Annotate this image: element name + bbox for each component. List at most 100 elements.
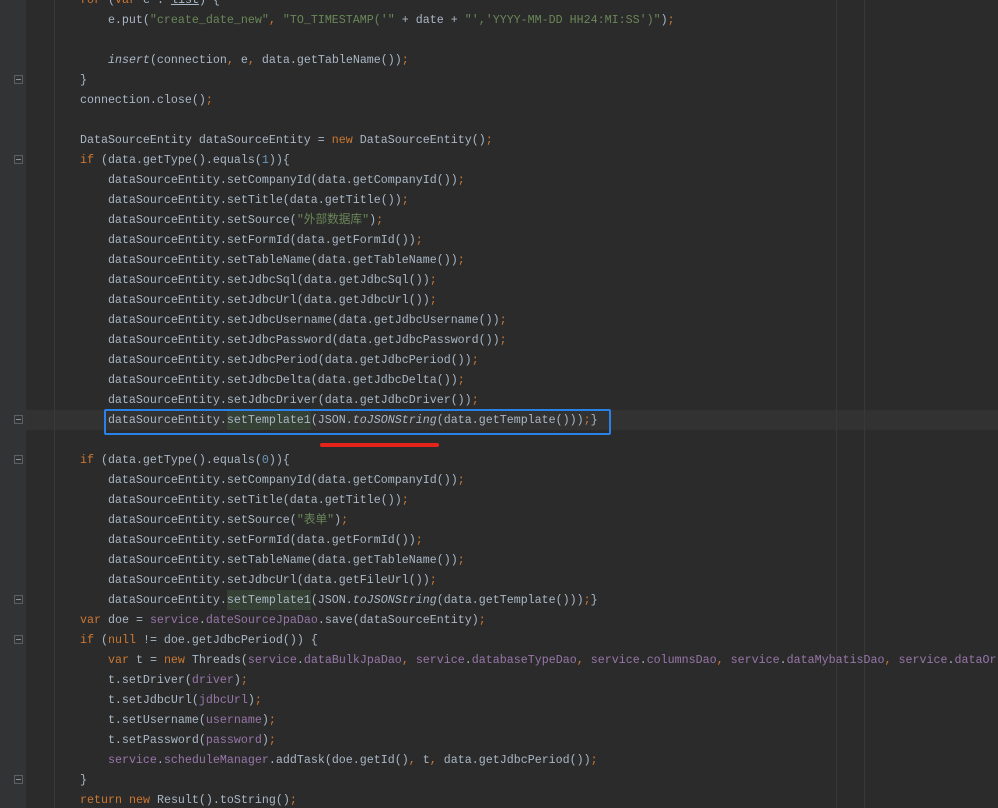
code-line[interactable]: connection.close(); bbox=[24, 90, 998, 110]
code-line[interactable]: dataSourceEntity.setFormId(data.getFormI… bbox=[24, 230, 998, 250]
code-line[interactable]: dataSourceEntity.setSource("表单"); bbox=[24, 510, 998, 530]
code-line[interactable]: if (data.getType().equals(1)){ bbox=[24, 150, 998, 170]
code-text: dataSourceEntity.setTitle(data.getTitle(… bbox=[24, 193, 402, 207]
code-text: } bbox=[24, 773, 87, 787]
code-text: dataSourceEntity.setJdbcUsername(data.ge… bbox=[24, 313, 500, 327]
code-line[interactable]: dataSourceEntity.setJdbcUrl(data.getFile… bbox=[24, 570, 998, 590]
code-line[interactable] bbox=[24, 110, 998, 130]
punctuation: , bbox=[226, 53, 234, 67]
code-line[interactable]: } bbox=[24, 770, 998, 790]
code-text: t.setDriver( bbox=[24, 673, 192, 687]
string-literal: "外部数据库" bbox=[296, 213, 370, 227]
code-line[interactable]: insert(connection, e, data.getTableName(… bbox=[24, 50, 998, 70]
fold-end-icon[interactable] bbox=[14, 415, 23, 424]
punctuation: , bbox=[268, 13, 276, 27]
fold-collapse-icon[interactable] bbox=[14, 155, 23, 164]
code-text: (data.getType().equals( bbox=[93, 153, 262, 167]
code-text: .addTask(doe.getId() bbox=[268, 753, 409, 767]
code-line[interactable]: t.setDriver(driver); bbox=[24, 670, 998, 690]
fold-end-icon[interactable] bbox=[14, 595, 23, 604]
code-line[interactable]: var t = new Threads(service.dataBulkJpaD… bbox=[24, 650, 998, 670]
string-literal: "表单" bbox=[296, 513, 335, 527]
highlighted-identifier: setTemplate1 bbox=[226, 590, 311, 610]
code-text: . bbox=[296, 653, 304, 667]
field-reference: scheduleManager bbox=[163, 753, 269, 767]
code-line[interactable]: if (data.getType().equals(0)){ bbox=[24, 450, 998, 470]
punctuation: ; bbox=[667, 13, 675, 27]
code-line[interactable] bbox=[24, 30, 998, 50]
code-line[interactable]: var doe = service.dateSourceJpaDao.save(… bbox=[24, 610, 998, 630]
punctuation: ; bbox=[268, 713, 276, 727]
code-line[interactable]: dataSourceEntity.setJdbcDelta(data.getJd… bbox=[24, 370, 998, 390]
code-line[interactable]: dataSourceEntity.setTableName(data.getTa… bbox=[24, 250, 998, 270]
field-reference: service bbox=[149, 613, 199, 627]
fold-end-icon[interactable] bbox=[14, 75, 23, 84]
punctuation: ; bbox=[429, 273, 437, 287]
field-reference: service bbox=[107, 753, 157, 767]
punctuation: ; bbox=[254, 693, 262, 707]
code-line[interactable]: dataSourceEntity.setCompanyId(data.getCo… bbox=[24, 170, 998, 190]
code-line[interactable]: } bbox=[24, 70, 998, 90]
code-line[interactable]: e.put("create_date_new", "TO_TIMESTAMP('… bbox=[24, 10, 998, 30]
fold-end-icon[interactable] bbox=[14, 775, 23, 784]
code-line[interactable]: dataSourceEntity.setCompanyId(data.getCo… bbox=[24, 470, 998, 490]
code-line[interactable]: dataSourceEntity.setTableName(data.getTa… bbox=[24, 550, 998, 570]
string-literal: "','YYYY-MM-DD HH24:MI:SS')" bbox=[464, 13, 661, 27]
keyword-token: for bbox=[79, 0, 101, 7]
field-reference: service bbox=[590, 653, 640, 667]
code-text: DataSourceEntity dataSourceEntity = bbox=[24, 133, 332, 147]
code-line[interactable]: t.setUsername(username); bbox=[24, 710, 998, 730]
punctuation: ; bbox=[478, 613, 486, 627]
code-text: Result().toString() bbox=[149, 793, 290, 807]
punctuation: ; bbox=[457, 253, 465, 267]
field-reference: username bbox=[205, 713, 262, 727]
code-editor[interactable]: for (var e : list) { e.put("create_date_… bbox=[0, 0, 998, 808]
code-line[interactable]: dataSourceEntity.setTitle(data.getTitle(… bbox=[24, 490, 998, 510]
code-line[interactable]: dataSourceEntity.setJdbcUrl(data.getJdbc… bbox=[24, 290, 998, 310]
code-line[interactable]: for (var e : list) { bbox=[24, 0, 998, 10]
field-reference: dataMybatisDao bbox=[786, 653, 885, 667]
code-text: t.setUsername( bbox=[24, 713, 206, 727]
code-line[interactable]: dataSourceEntity.setTemplate1(JSON.toJSO… bbox=[24, 590, 998, 610]
code-text: ) bbox=[247, 693, 255, 707]
code-line[interactable]: t.setPassword(password); bbox=[24, 730, 998, 750]
punctuation: , bbox=[429, 753, 437, 767]
punctuation: ; bbox=[457, 373, 465, 387]
code-text: . bbox=[639, 653, 647, 667]
code-line[interactable]: dataSourceEntity.setJdbcDriver(data.getJ… bbox=[24, 390, 998, 410]
code-line[interactable]: return new Result().toString(); bbox=[24, 790, 998, 808]
code-line[interactable]: dataSourceEntity.setJdbcPassword(data.ge… bbox=[24, 330, 998, 350]
code-text: dataSourceEntity.setJdbcDelta(data.getJd… bbox=[24, 373, 458, 387]
code-text: dataSourceEntity.setCompanyId(data.getCo… bbox=[24, 473, 458, 487]
code-line[interactable]: DataSourceEntity dataSourceEntity = new … bbox=[24, 130, 998, 150]
code-line[interactable]: if (null != doe.getJdbcPeriod()) { bbox=[24, 630, 998, 650]
fold-collapse-icon[interactable] bbox=[14, 455, 23, 464]
code-line[interactable]: t.setJdbcUrl(jdbcUrl); bbox=[24, 690, 998, 710]
punctuation: ; bbox=[401, 193, 409, 207]
field-reference: password bbox=[205, 733, 262, 747]
code-line[interactable]: service.scheduleManager.addTask(doe.getI… bbox=[24, 750, 998, 770]
keyword-token: new bbox=[128, 793, 150, 807]
code-line[interactable]: dataSourceEntity.setJdbcSql(data.getJdbc… bbox=[24, 270, 998, 290]
punctuation: ; bbox=[205, 93, 213, 107]
code-line[interactable]: dataSourceEntity.setFormId(data.getFormI… bbox=[24, 530, 998, 550]
code-text: ) bbox=[261, 733, 269, 747]
keyword-token: if bbox=[79, 153, 94, 167]
code-area[interactable]: for (var e : list) { e.put("create_date_… bbox=[24, 0, 998, 808]
code-line[interactable]: dataSourceEntity.setSource("外部数据库"); bbox=[24, 210, 998, 230]
code-line[interactable]: dataSourceEntity.setJdbcPeriod(data.getJ… bbox=[24, 350, 998, 370]
code-text: } bbox=[24, 73, 87, 87]
punctuation: ; bbox=[590, 753, 598, 767]
code-text: (data.getType().equals( bbox=[93, 453, 262, 467]
code-text: . bbox=[198, 613, 206, 627]
editor-gutter[interactable] bbox=[0, 0, 26, 808]
code-line[interactable]: dataSourceEntity.setTitle(data.getTitle(… bbox=[24, 190, 998, 210]
code-text: dataSourceEntity.setTableName(data.getTa… bbox=[24, 253, 458, 267]
punctuation: ; bbox=[341, 513, 349, 527]
code-line[interactable]: dataSourceEntity.setJdbcUsername(data.ge… bbox=[24, 310, 998, 330]
static-method-call: toJSONString bbox=[352, 593, 437, 607]
field-reference: dateSourceJpaDao bbox=[205, 613, 318, 627]
fold-collapse-icon[interactable] bbox=[14, 635, 23, 644]
field-reference: dataBulkJpaDao bbox=[303, 653, 402, 667]
